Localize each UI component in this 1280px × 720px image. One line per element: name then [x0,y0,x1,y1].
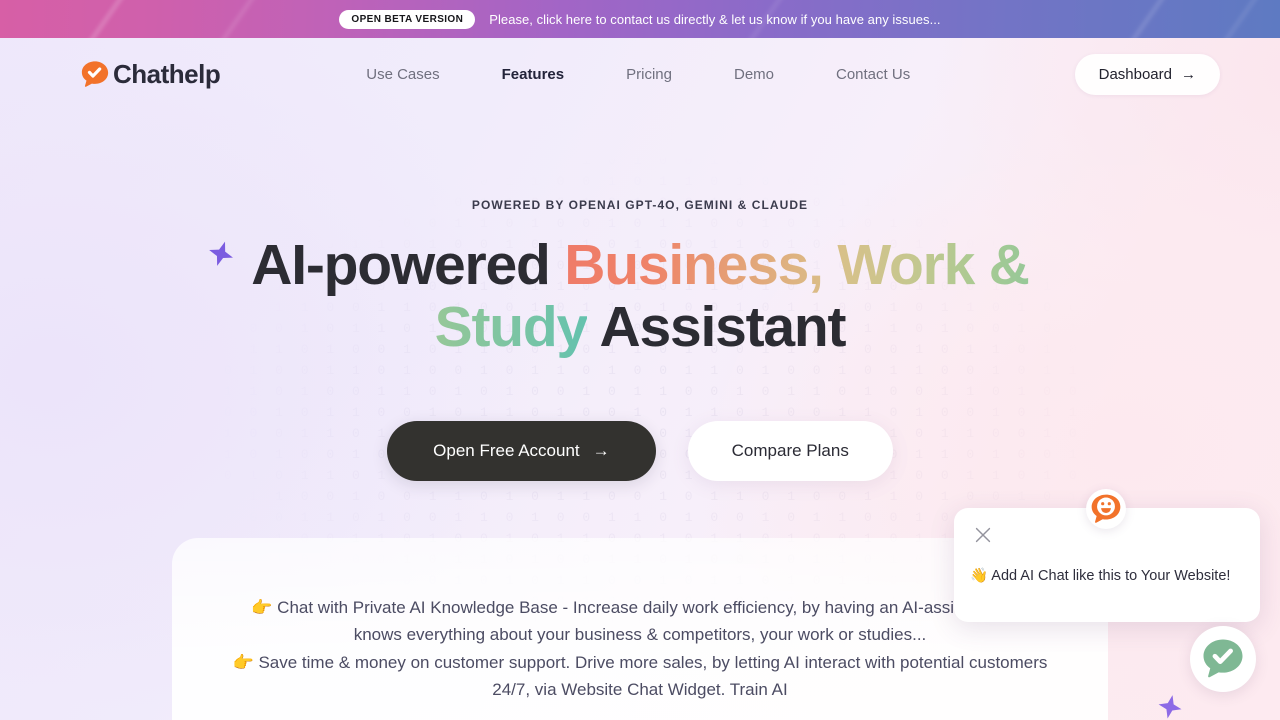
chathelp-logo-icon [81,61,109,87]
chat-widget-message: 👋 Add AI Chat like this to Your Website! [970,568,1231,584]
banner-streak-decoration [183,0,284,38]
open-free-account-button[interactable]: Open Free Account → [387,421,656,481]
chat-widget-launcher-button[interactable] [1190,626,1256,692]
open-free-account-label: Open Free Account [433,441,580,460]
beta-version-badge: OPEN BETA VERSION [339,9,476,29]
nav-item-demo[interactable]: Demo [734,58,774,91]
main-navigation-bar: Chathelp Use Cases Features Pricing Demo… [0,38,1280,110]
nav-item-features[interactable]: Features [502,58,565,91]
hero-section: POWERED BY OPENAI GPT-4O, GEMINI & CLAUD… [0,110,1280,481]
arrow-right-icon: → [1181,65,1196,83]
beta-announcement-banner[interactable]: OPEN BETA VERSION Please, click here to … [0,0,1280,38]
feature-line: 👉 Chat with Private AI Knowledge Base - … [251,598,1029,644]
nav-links: Use Cases Features Pricing Demo Contact … [366,58,910,91]
hero-eyebrow-text: POWERED BY OPENAI GPT-4O, GEMINI & CLAUD… [471,198,809,212]
banner-streak-decoration [32,0,151,38]
arrow-right-icon: → [592,441,610,460]
compare-plans-button[interactable]: Compare Plans [687,421,893,481]
banner-contact-link[interactable]: Please, click here to contact us directl… [489,12,940,27]
close-icon[interactable] [972,524,994,546]
nav-item-pricing[interactable]: Pricing [626,58,672,91]
headline-tail: Assistant [587,295,847,359]
sparkle-icon [1158,695,1182,719]
page-title: AI-powered Business, Work & Study Assist… [225,234,1055,358]
nav-item-use-cases[interactable]: Use Cases [366,58,439,91]
headline-lead: AI-powered [251,233,565,297]
page-root: 1 0 1 1 0 0 1 0 1 1 0 1 0 0 1 1 0 1 0 0 … [0,0,1280,720]
smiley-speech-bubble-icon [1091,494,1121,523]
dashboard-button-label: Dashboard [1098,65,1172,83]
site-logo[interactable]: Chathelp [80,58,221,90]
nav-item-contact-us[interactable]: Contact Us [836,58,910,91]
dashboard-button[interactable]: Dashboard → [1074,53,1220,95]
green-check-speech-bubble-icon [1203,639,1243,678]
chat-widget-avatar[interactable] [1086,489,1126,529]
banner-streak-decoration [1093,0,1194,38]
banner-streak-decoration [1186,0,1280,38]
logo-wordmark: Chathelp [113,58,221,89]
hero-cta-row: Open Free Account → Compare Plans [0,421,1280,481]
feature-line: 👉 Save time & money on customer support.… [232,653,1048,699]
